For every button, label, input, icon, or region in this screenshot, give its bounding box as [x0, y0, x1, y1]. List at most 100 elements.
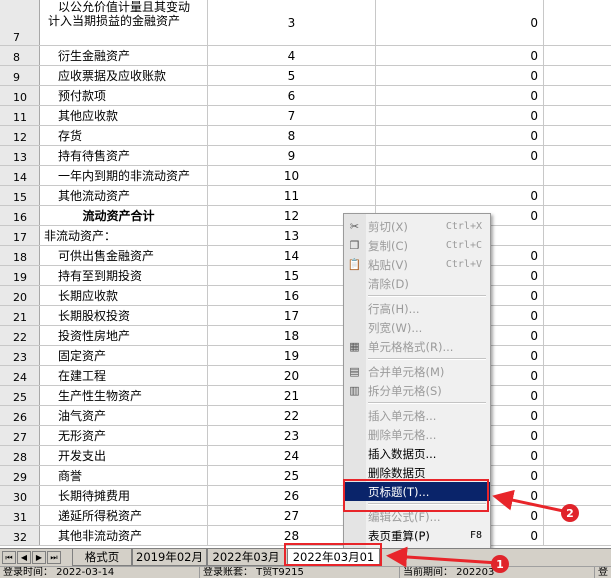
value-cell[interactable]: 0 — [376, 86, 544, 105]
row-header[interactable]: 9 — [0, 66, 40, 85]
line-number-cell[interactable]: 11 — [208, 186, 376, 205]
value-cell[interactable]: 0 — [376, 186, 544, 205]
line-number-cell[interactable]: 9 — [208, 146, 376, 165]
item-name-cell[interactable]: 持有待售资产 — [40, 146, 208, 165]
table-row[interactable]: 19 持有至到期投资 15 0 — [0, 266, 611, 286]
empty-cell[interactable] — [544, 406, 611, 425]
tab-2019-02[interactable]: 2019年02月 — [132, 549, 207, 566]
item-name-cell[interactable]: 无形资产 — [40, 426, 208, 445]
row-header[interactable]: 8 — [0, 46, 40, 65]
empty-cell[interactable] — [544, 86, 611, 105]
prev-sheet-button[interactable]: ◀ — [17, 551, 31, 564]
tab-2022-03[interactable]: 2022年03月 — [207, 549, 285, 566]
row-header[interactable]: 24 — [0, 366, 40, 385]
value-cell[interactable]: 0 — [376, 46, 544, 65]
empty-cell[interactable] — [544, 46, 611, 65]
item-name-cell[interactable]: 其他非流动资产 — [40, 526, 208, 545]
row-header[interactable]: 30 — [0, 486, 40, 505]
item-name-cell[interactable]: 其他流动资产 — [40, 186, 208, 205]
menu-item[interactable]: 📋 粘贴(V) Ctrl+V — [344, 255, 490, 274]
menu-item[interactable]: ▤ 合并单元格(M) — [344, 362, 490, 381]
table-row[interactable]: 24 在建工程 20 0 — [0, 366, 611, 386]
empty-cell[interactable] — [544, 66, 611, 85]
table-row[interactable]: 8 衍生金融资产 4 0 — [0, 46, 611, 66]
table-row[interactable]: 29 商誉 25 0 — [0, 466, 611, 486]
menu-item[interactable]: 删除单元格... — [344, 425, 490, 444]
item-name-cell[interactable]: 可供出售金融资产 — [40, 246, 208, 265]
line-number-cell[interactable]: 6 — [208, 86, 376, 105]
row-header[interactable]: 18 — [0, 246, 40, 265]
item-name-cell[interactable]: 流动资产合计 — [40, 206, 208, 225]
last-sheet-button[interactable]: ⏭ — [47, 551, 61, 564]
row-header[interactable]: 21 — [0, 306, 40, 325]
menu-item[interactable]: 插入单元格... — [344, 406, 490, 425]
item-name-cell[interactable]: 非流动资产： — [40, 226, 208, 245]
row-header[interactable]: 31 — [0, 506, 40, 525]
tab-format-page[interactable]: 格式页 — [72, 549, 132, 566]
value-cell[interactable]: 0 — [376, 126, 544, 145]
menu-item[interactable]: 插入数据页... — [344, 444, 490, 463]
item-name-cell[interactable]: 长期应收款 — [40, 286, 208, 305]
menu-item[interactable]: 列宽(W)... — [344, 318, 490, 337]
item-name-cell[interactable]: 以公允价值计量且其变动 计入当期损益的金融资产 — [40, 0, 208, 45]
row-header[interactable]: 11 — [0, 106, 40, 125]
row-header[interactable]: 7 — [0, 0, 40, 45]
table-row[interactable]: 16 流动资产合计 12 0 — [0, 206, 611, 226]
item-name-cell[interactable]: 开发支出 — [40, 446, 208, 465]
table-row[interactable]: 31 递延所得税资产 27 0 — [0, 506, 611, 526]
empty-cell[interactable] — [544, 106, 611, 125]
value-cell[interactable]: 0 — [376, 146, 544, 165]
first-sheet-button[interactable]: ⏮ — [2, 551, 16, 564]
item-name-cell[interactable]: 商誉 — [40, 466, 208, 485]
menu-item[interactable]: ▥ 拆分单元格(S) — [344, 381, 490, 400]
row-header[interactable]: 32 — [0, 526, 40, 545]
row-header[interactable]: 26 — [0, 406, 40, 425]
empty-cell[interactable] — [544, 186, 611, 205]
empty-cell[interactable] — [544, 286, 611, 305]
empty-cell[interactable] — [544, 246, 611, 265]
empty-cell[interactable] — [544, 206, 611, 225]
empty-cell[interactable] — [544, 526, 611, 545]
row-header[interactable]: 23 — [0, 346, 40, 365]
table-row[interactable]: 17 非流动资产： 13 — [0, 226, 611, 246]
table-row[interactable]: 22 投资性房地产 18 0 — [0, 326, 611, 346]
item-name-cell[interactable]: 预付款项 — [40, 86, 208, 105]
item-name-cell[interactable]: 持有至到期投资 — [40, 266, 208, 285]
item-name-cell[interactable]: 应收票据及应收账款 — [40, 66, 208, 85]
value-cell[interactable]: 0 — [376, 106, 544, 125]
item-name-cell[interactable]: 存货 — [40, 126, 208, 145]
item-name-cell[interactable]: 生产性生物资产 — [40, 386, 208, 405]
item-name-cell[interactable]: 固定资产 — [40, 346, 208, 365]
spreadsheet-grid[interactable]: 7 以公允价值计量且其变动 计入当期损益的金融资产 3 0 8 衍生金融资产 4 0 9 应收票据及… — [0, 0, 611, 548]
line-number-cell[interactable]: 3 — [208, 0, 376, 45]
empty-cell[interactable] — [544, 386, 611, 405]
empty-cell[interactable] — [544, 226, 611, 245]
menu-item[interactable]: 清除(D) — [344, 274, 490, 293]
item-name-cell[interactable]: 一年内到期的非流动资产 — [40, 166, 208, 185]
table-row[interactable]: 13 持有待售资产 9 0 — [0, 146, 611, 166]
table-row[interactable]: 23 固定资产 19 0 — [0, 346, 611, 366]
row-header[interactable]: 19 — [0, 266, 40, 285]
empty-cell[interactable] — [544, 486, 611, 505]
item-name-cell[interactable]: 油气资产 — [40, 406, 208, 425]
table-row[interactable]: 7 以公允价值计量且其变动 计入当期损益的金融资产 3 0 — [0, 0, 611, 46]
empty-cell[interactable] — [544, 326, 611, 345]
row-header[interactable]: 14 — [0, 166, 40, 185]
next-sheet-button[interactable]: ▶ — [32, 551, 46, 564]
row-header[interactable]: 22 — [0, 326, 40, 345]
row-header[interactable]: 13 — [0, 146, 40, 165]
menu-item[interactable]: ▦ 单元格格式(R)... — [344, 337, 490, 356]
row-header[interactable]: 29 — [0, 466, 40, 485]
table-row[interactable]: 27 无形资产 23 0 — [0, 426, 611, 446]
table-row[interactable]: 11 其他应收款 7 0 — [0, 106, 611, 126]
empty-cell[interactable] — [544, 426, 611, 445]
empty-cell[interactable] — [544, 146, 611, 165]
empty-cell[interactable] — [544, 266, 611, 285]
table-row[interactable]: 9 应收票据及应收账款 5 0 — [0, 66, 611, 86]
table-row[interactable]: 26 油气资产 22 0 — [0, 406, 611, 426]
menu-item[interactable]: 行高(H)... — [344, 299, 490, 318]
line-number-cell[interactable]: 8 — [208, 126, 376, 145]
empty-cell[interactable] — [544, 446, 611, 465]
table-row[interactable]: 25 生产性生物资产 21 0 — [0, 386, 611, 406]
row-header[interactable]: 12 — [0, 126, 40, 145]
